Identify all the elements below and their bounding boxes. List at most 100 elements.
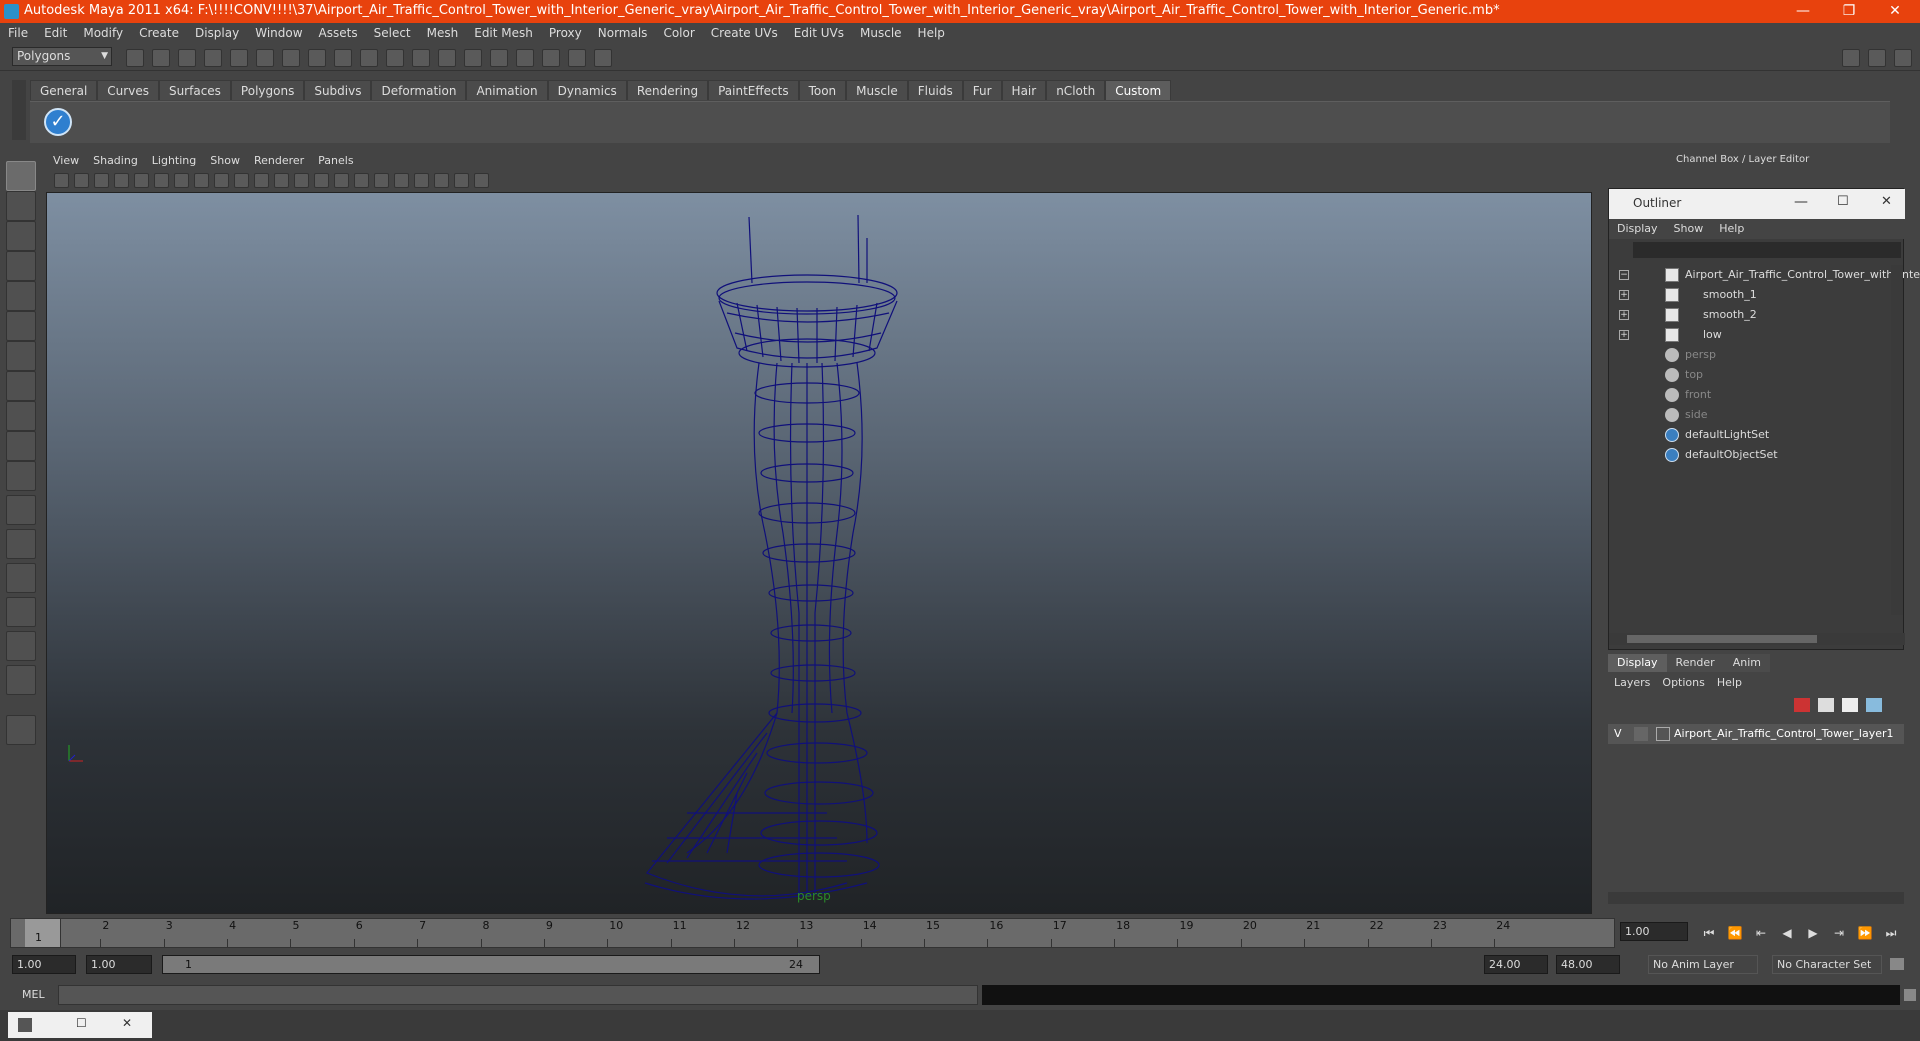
range-slider[interactable]: 1 24 [162, 955, 820, 974]
shelf-tab-ncloth[interactable]: nCloth [1046, 80, 1106, 100]
viewport-menu-renderer[interactable]: Renderer [247, 152, 311, 170]
new-layer-icon[interactable] [1794, 698, 1810, 712]
shelf-tab-fluids[interactable]: Fluids [907, 80, 963, 100]
gate-mask-icon[interactable] [194, 173, 209, 188]
outliner-menu-help[interactable]: Help [1711, 219, 1752, 239]
lasso-tool-icon[interactable] [6, 191, 36, 221]
layer-hscrollbar[interactable] [1608, 892, 1904, 904]
outliner-hscrollbar[interactable] [1609, 633, 1905, 645]
step-back-key-icon[interactable]: ⏪ [1726, 924, 1744, 942]
menu-edit-mesh[interactable]: Edit Mesh [466, 23, 541, 43]
smooth-shade-icon[interactable] [294, 173, 309, 188]
menu-window[interactable]: Window [247, 23, 310, 43]
step-forward-frame-icon[interactable]: ⇥ [1830, 924, 1848, 942]
current-frame-marker[interactable]: 1 [25, 919, 61, 947]
shelf-tab-painteffects[interactable]: PaintEffects [708, 80, 799, 100]
shelf-tab-subdivs[interactable]: Subdivs [304, 80, 372, 100]
playback-end-field[interactable]: 24.00 [1484, 955, 1548, 974]
layer-add-icon[interactable] [1866, 698, 1882, 712]
outliner-maximize-button[interactable]: ☐ [1837, 194, 1849, 209]
four-view-layout-icon[interactable] [6, 495, 36, 525]
hypershade-layout-icon[interactable] [6, 597, 36, 627]
select-tool-icon[interactable] [6, 161, 36, 191]
viewport-menu-show[interactable]: Show [203, 152, 247, 170]
wireframe-on-shaded-icon[interactable] [314, 173, 329, 188]
expand-toggle-icon[interactable]: − [1619, 270, 1629, 280]
paint-select-icon[interactable] [6, 221, 36, 251]
character-set-dropdown[interactable]: No Character Set [1772, 955, 1882, 974]
new-scene-icon[interactable] [126, 49, 144, 67]
close-icon[interactable]: ✕ [122, 1016, 132, 1030]
shelf-tab-custom[interactable]: Custom [1105, 80, 1172, 100]
menu-set-dropdown[interactable]: Polygons ▼ [12, 47, 112, 66]
outliner-menu-show[interactable]: Show [1666, 219, 1712, 239]
outliner-item-low[interactable]: + low [1609, 325, 1905, 345]
isolate-select-icon[interactable] [394, 173, 409, 188]
play-forwards-icon[interactable]: ▶ [1804, 924, 1822, 942]
outliner-item-persp[interactable]: persp [1609, 345, 1905, 365]
snap-curve-icon[interactable] [308, 49, 326, 67]
key-icon[interactable] [1890, 958, 1904, 970]
xray-joints-icon[interactable] [434, 173, 449, 188]
end-time-field[interactable]: 48.00 [1556, 955, 1620, 974]
render-icon[interactable] [438, 49, 456, 67]
menu-select[interactable]: Select [366, 23, 419, 43]
current-time-field[interactable]: 1.00 [1620, 922, 1688, 941]
single-perspective-layout-icon[interactable] [6, 461, 36, 491]
shelf-tab-curves[interactable]: Curves [97, 80, 159, 100]
outliner-item-defaultobjectset[interactable]: defaultObjectSet [1609, 445, 1905, 465]
select-hierarchy-icon[interactable] [204, 49, 222, 67]
render-settings-icon[interactable] [490, 49, 508, 67]
outliner-item-top[interactable]: top [1609, 365, 1905, 385]
hypershade-icon[interactable] [516, 49, 534, 67]
layer-type-toggle[interactable] [1634, 727, 1648, 741]
shelf-tab-toon[interactable]: Toon [798, 80, 847, 100]
layer-visibility-toggle[interactable]: V [1614, 724, 1622, 744]
outliner-minimize-button[interactable]: — [1794, 194, 1808, 210]
open-scene-icon[interactable] [152, 49, 170, 67]
film-gate-icon[interactable] [154, 173, 169, 188]
field-chart-icon[interactable] [214, 173, 229, 188]
shelf-tab-dynamics[interactable]: Dynamics [547, 80, 627, 100]
minimize-button[interactable]: — [1780, 0, 1826, 23]
expand-toggle-icon[interactable]: + [1619, 310, 1629, 320]
show-manip-icon[interactable] [6, 401, 36, 431]
go-to-start-icon[interactable]: ⏮ [1700, 924, 1718, 942]
layer-menu-layers[interactable]: Layers [1608, 674, 1656, 692]
select-object-icon[interactable] [230, 49, 248, 67]
attribute-editor-icon[interactable] [594, 49, 612, 67]
script-editor-icon[interactable] [1904, 989, 1916, 1001]
backface-icon[interactable] [454, 173, 469, 188]
time-slider[interactable]: 1234567891011121314151617181920212223241 [10, 918, 1615, 948]
command-input[interactable] [58, 985, 978, 1005]
shelf-tab-muscle[interactable]: Muscle [846, 80, 908, 100]
resolution-gate-icon[interactable] [174, 173, 189, 188]
shadows-icon[interactable] [374, 173, 389, 188]
outliner-filter-input[interactable] [1633, 242, 1901, 258]
more-layouts-icon[interactable] [6, 715, 36, 745]
image-plane-icon[interactable] [114, 173, 129, 188]
restore-icon[interactable]: ☐ [76, 1016, 87, 1030]
tool-settings-icon[interactable] [1868, 49, 1886, 67]
go-to-end-icon[interactable]: ⏭ [1882, 924, 1900, 942]
shelf-tab-hair[interactable]: Hair [1001, 80, 1047, 100]
save-scene-icon[interactable] [178, 49, 196, 67]
manipulator-icon[interactable] [6, 341, 36, 371]
rotate-tool-icon[interactable] [6, 281, 36, 311]
menu-create[interactable]: Create [131, 23, 187, 43]
layer-menu-help[interactable]: Help [1711, 674, 1748, 692]
restore-button[interactable]: ❐ [1826, 0, 1872, 23]
menu-edit-uvs[interactable]: Edit UVs [786, 23, 852, 43]
shelf-tab-polygons[interactable]: Polygons [230, 80, 305, 100]
shelf-tab-general[interactable]: General [30, 80, 98, 100]
viewport-persp[interactable]: persp [46, 192, 1592, 914]
safe-action-icon[interactable] [234, 173, 249, 188]
layer-assign-icon[interactable] [1842, 698, 1858, 712]
shelf-tab-surfaces[interactable]: Surfaces [158, 80, 231, 100]
camera-attributes-icon[interactable] [74, 173, 89, 188]
layer-color-swatch[interactable] [1656, 727, 1670, 741]
shelf-tab-fur[interactable]: Fur [962, 80, 1002, 100]
bookmark-icon[interactable] [94, 173, 109, 188]
layer-stack-icon[interactable] [1818, 698, 1834, 712]
soft-mod-icon[interactable] [6, 371, 36, 401]
